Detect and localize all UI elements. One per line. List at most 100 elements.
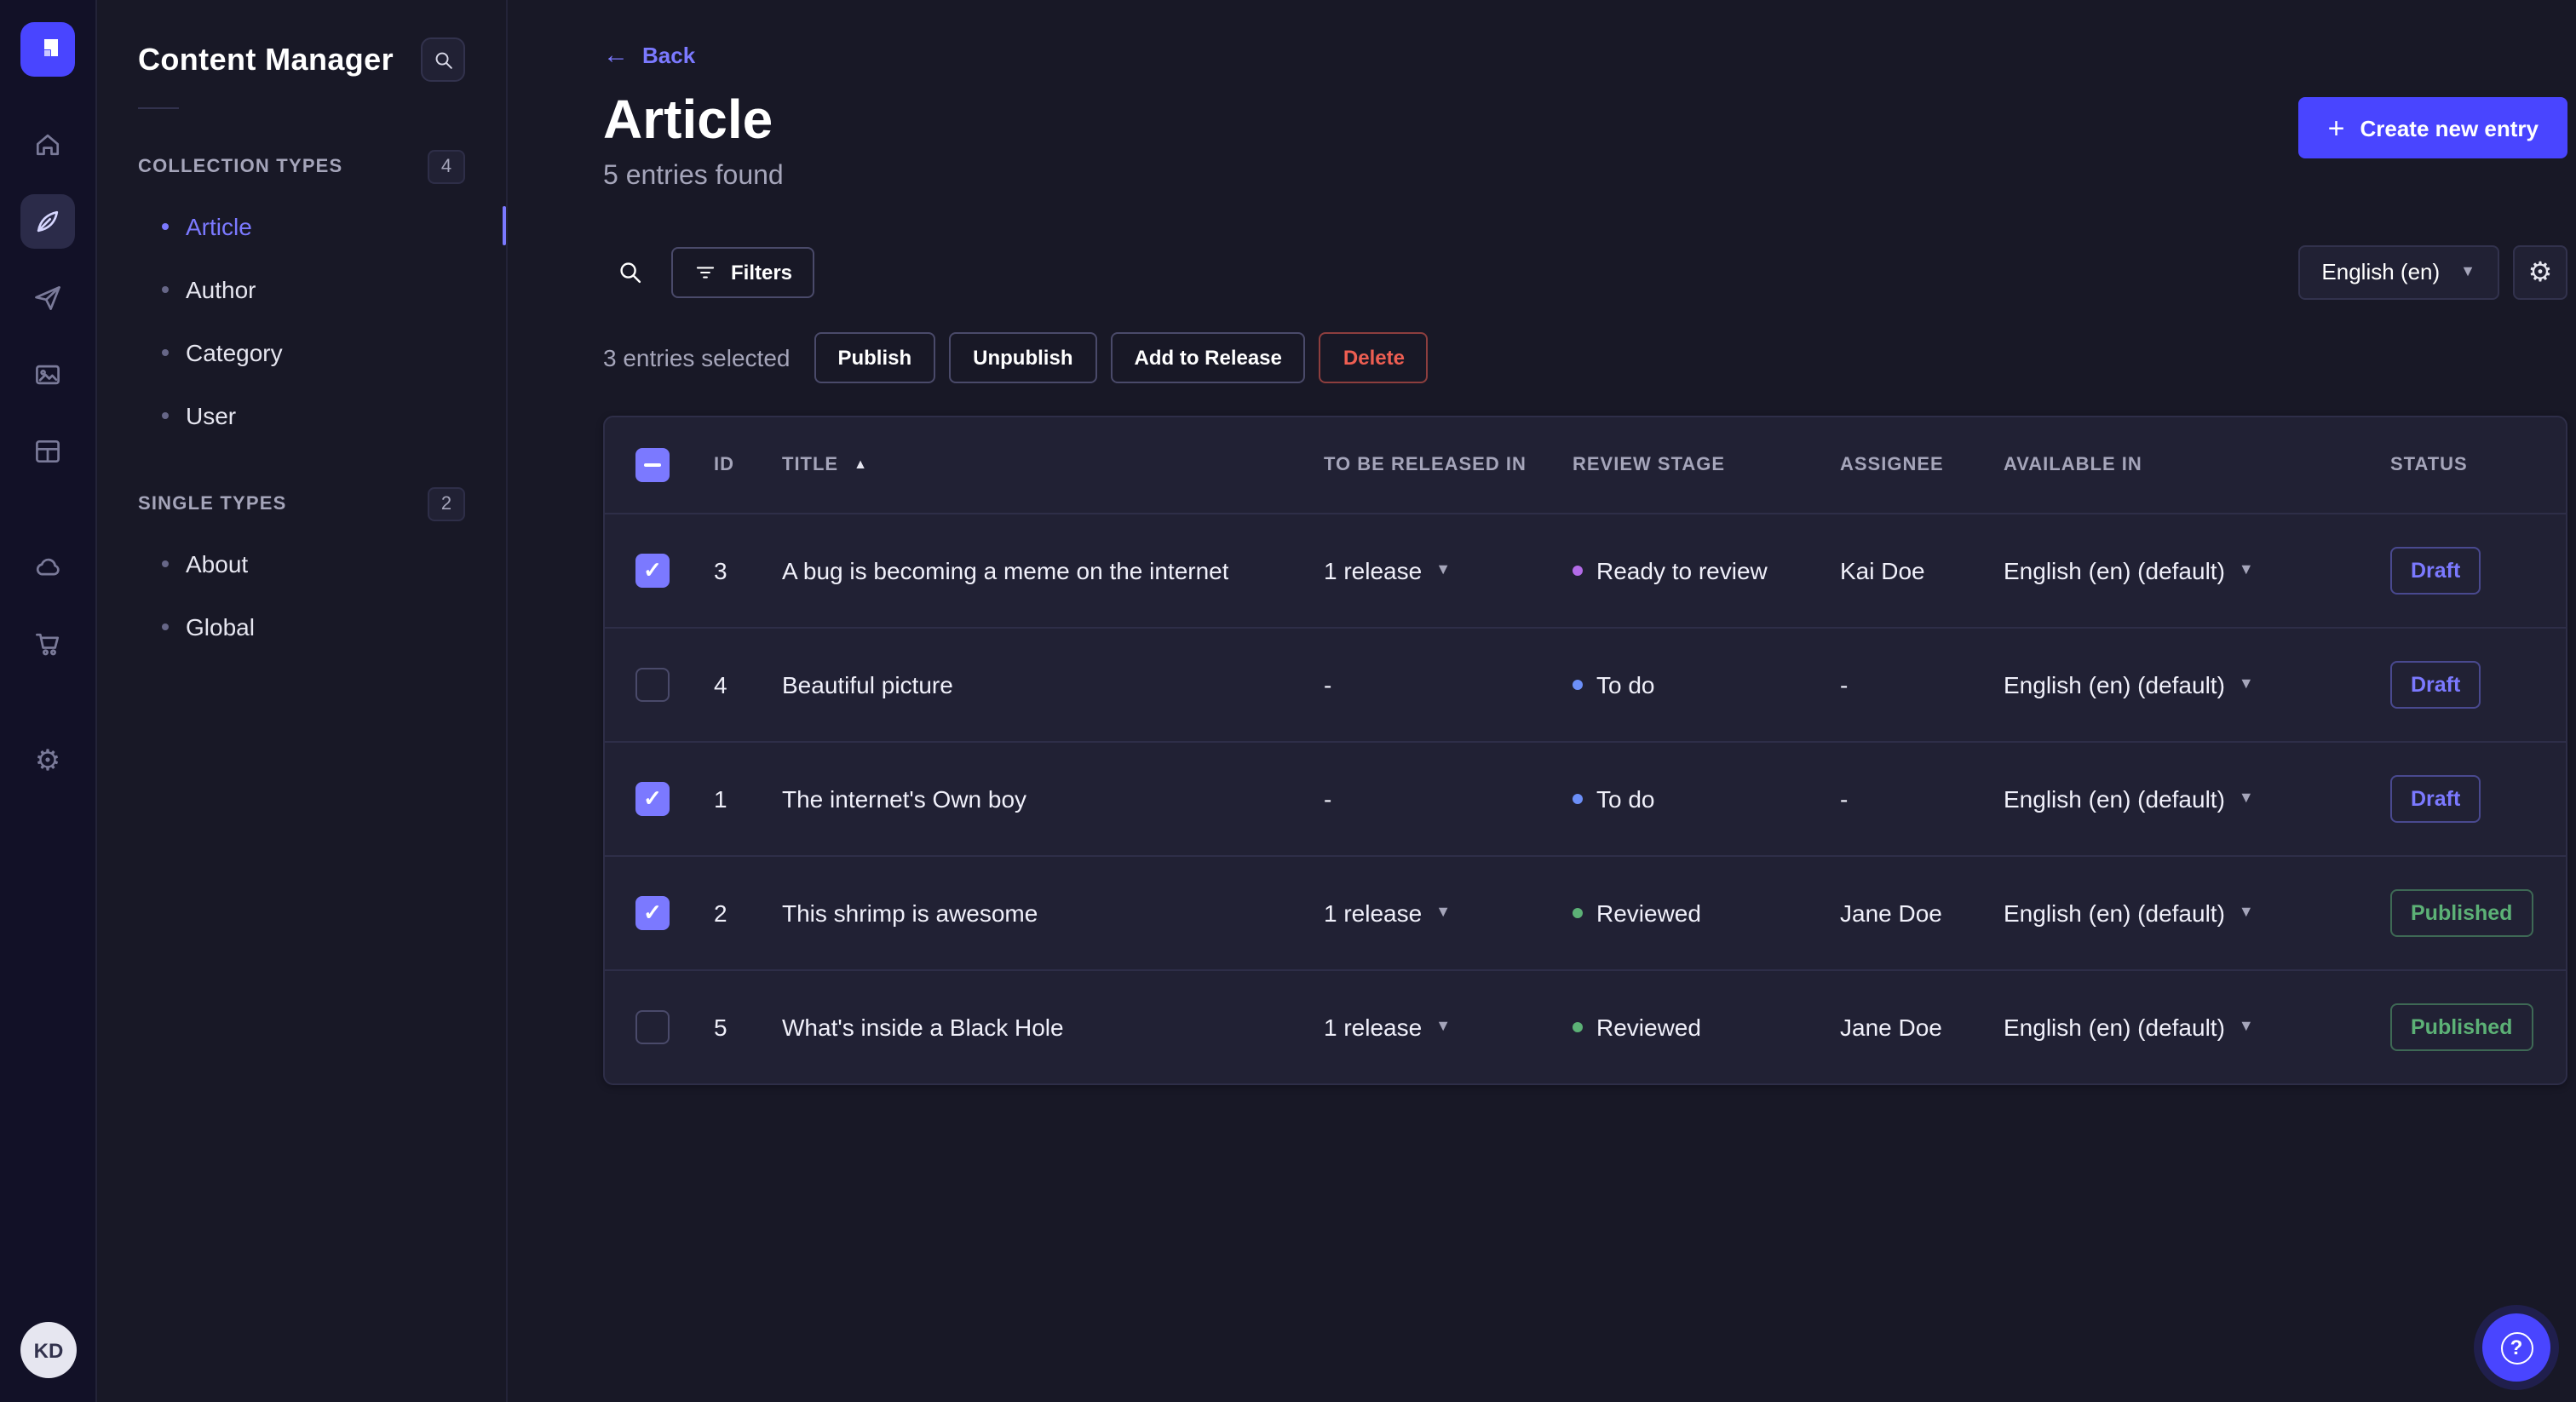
bullet-dot xyxy=(162,222,169,229)
collection-types-section: COLLECTION TYPES 4 Article Author Catego… xyxy=(138,150,506,446)
unpublish-button[interactable]: Unpublish xyxy=(949,331,1097,383)
check-icon: ✓ xyxy=(643,557,662,583)
delete-button[interactable]: Delete xyxy=(1319,331,1429,383)
column-header-release[interactable]: TO BE RELEASED IN xyxy=(1295,455,1544,475)
cell-available-in[interactable]: English (en) (default) ▼ xyxy=(1975,1014,2361,1041)
sort-asc-icon[interactable]: ▲ xyxy=(854,457,868,473)
cloud-icon[interactable] xyxy=(20,540,75,595)
cell-review-stage: Reviewed xyxy=(1544,899,1811,927)
create-new-entry-button[interactable]: + Create new entry xyxy=(2298,97,2567,158)
release-value: 1 release xyxy=(1324,1013,1423,1041)
avatar-initials: KD xyxy=(33,1338,64,1362)
back-link[interactable]: ← Back xyxy=(603,43,695,68)
table-row[interactable]: ✓ 3 A bug is becoming a meme on the inte… xyxy=(605,512,2566,627)
home-icon[interactable] xyxy=(20,118,75,172)
add-to-release-button[interactable]: Add to Release xyxy=(1110,331,1306,383)
column-header-title[interactable]: TITLE ▲ xyxy=(753,455,1295,475)
row-checkbox-cell: ✓ xyxy=(605,553,685,588)
gear-glyph: ⚙ xyxy=(34,744,61,776)
sidebar-item-category[interactable]: Category xyxy=(138,320,465,383)
status-badge: Published xyxy=(2390,1003,2533,1051)
column-header-available-in[interactable]: AVAILABLE IN xyxy=(1975,455,2361,475)
cell-release: - xyxy=(1295,671,1544,698)
releases-icon[interactable] xyxy=(20,271,75,325)
cell-release[interactable]: 1 release ▼ xyxy=(1295,899,1544,927)
search-button[interactable] xyxy=(603,245,658,300)
column-header-review-stage[interactable]: REVIEW STAGE xyxy=(1544,455,1811,475)
user-avatar[interactable]: KD xyxy=(20,1322,77,1378)
filters-button[interactable]: Filters xyxy=(671,246,815,298)
row-checkbox[interactable]: ✓ xyxy=(635,553,670,588)
page-title: Article xyxy=(603,89,773,150)
sidebar-search-button[interactable] xyxy=(421,37,465,82)
sidebar-item-global[interactable]: Global xyxy=(138,595,465,658)
content-type-builder-icon[interactable] xyxy=(20,424,75,479)
status-badge: Published xyxy=(2390,888,2533,937)
release-value: 1 release xyxy=(1324,899,1423,927)
media-library-icon[interactable] xyxy=(20,348,75,402)
bullet-dot xyxy=(162,411,169,418)
content-manager-icon[interactable] xyxy=(20,194,75,249)
single-types-list: About Global xyxy=(138,531,465,658)
status-badge: Draft xyxy=(2390,546,2481,595)
help-button[interactable]: ? xyxy=(2482,1313,2550,1382)
row-checkbox[interactable] xyxy=(635,1009,670,1044)
stage-dot xyxy=(1573,907,1583,918)
cell-available-in[interactable]: English (en) (default) ▼ xyxy=(1975,671,2361,698)
chevron-down-icon: ▼ xyxy=(2238,675,2254,692)
table-row[interactable]: 4 Beautiful picture - To do - English (e… xyxy=(605,626,2566,741)
column-header-id[interactable]: ID xyxy=(685,455,753,475)
view-settings-button[interactable]: ⚙ xyxy=(2513,244,2567,300)
bullet-dot xyxy=(162,348,169,355)
sidebar-item-article[interactable]: Article xyxy=(138,194,506,257)
row-checkbox[interactable] xyxy=(635,667,670,702)
row-checkbox-cell: ✓ xyxy=(605,895,685,930)
cell-title: Beautiful picture xyxy=(753,671,1295,698)
stage-label: Reviewed xyxy=(1596,1013,1701,1041)
sidebar-item-author[interactable]: Author xyxy=(138,257,465,320)
cell-release[interactable]: 1 release ▼ xyxy=(1295,1014,1544,1041)
sidebar-item-label: Author xyxy=(186,275,256,302)
cell-assignee: Kai Doe xyxy=(1840,556,1925,584)
filter-icon xyxy=(696,266,715,279)
cell-assignee: - xyxy=(1840,670,1849,698)
list-toolbar: Filters English (en) ▼ ⚙ xyxy=(603,244,2567,300)
select-all-checkbox[interactable] xyxy=(635,447,670,482)
column-header-status[interactable]: STATUS xyxy=(2361,455,2566,475)
sidebar-item-label: Article xyxy=(186,212,252,239)
table-row[interactable]: ✓ 2 This shrimp is awesome 1 release ▼ R… xyxy=(605,854,2566,969)
stage-dot xyxy=(1573,1021,1583,1032)
publish-button[interactable]: Publish xyxy=(814,331,936,383)
sidebar-item-about[interactable]: About xyxy=(138,531,465,595)
row-checkbox[interactable]: ✓ xyxy=(635,895,670,930)
chevron-down-icon: ▼ xyxy=(1435,1017,1452,1035)
locale-select[interactable]: English (en) ▼ xyxy=(2297,244,2499,300)
row-checkbox-cell: ✓ xyxy=(605,781,685,816)
row-checkbox[interactable]: ✓ xyxy=(635,781,670,816)
marketplace-icon[interactable] xyxy=(20,617,75,671)
cell-review-stage: To do xyxy=(1544,671,1811,698)
cell-assignee: Jane Doe xyxy=(1840,899,1942,927)
app-window: ⚙ KD Content Manager COLLECTION TYPES 4 … xyxy=(0,0,2576,1402)
cell-available-in[interactable]: English (en) (default) ▼ xyxy=(1975,557,2361,584)
selection-actions-bar: 3 entries selected Publish Unpublish Add… xyxy=(603,331,2567,383)
cell-available-in[interactable]: English (en) (default) ▼ xyxy=(1975,899,2361,927)
chevron-down-icon: ▼ xyxy=(2238,560,2254,578)
cell-review-stage: Reviewed xyxy=(1544,1014,1811,1041)
strapi-logo-icon[interactable] xyxy=(20,22,75,77)
locale-value: English (en) (default) xyxy=(2004,670,2225,698)
table-row[interactable]: 5 What's inside a Black Hole 1 release ▼… xyxy=(605,968,2566,1083)
stage-dot xyxy=(1573,679,1583,690)
cell-release[interactable]: 1 release ▼ xyxy=(1295,557,1544,584)
cell-available-in[interactable]: English (en) (default) ▼ xyxy=(1975,785,2361,813)
settings-icon[interactable]: ⚙ xyxy=(20,733,75,787)
entry-title: The internet's Own boy xyxy=(782,784,1027,813)
cell-status: Draft xyxy=(2361,546,2566,595)
cell-review-stage: Ready to review xyxy=(1544,557,1811,584)
bullet-dot xyxy=(162,285,169,292)
table-row[interactable]: ✓ 1 The internet's Own boy - To do - Eng… xyxy=(605,740,2566,855)
cell-review-stage: To do xyxy=(1544,785,1811,813)
sidebar-item-user[interactable]: User xyxy=(138,383,465,446)
column-header-assignee[interactable]: ASSIGNEE xyxy=(1811,455,1975,475)
toolbar-left: Filters xyxy=(603,245,815,300)
